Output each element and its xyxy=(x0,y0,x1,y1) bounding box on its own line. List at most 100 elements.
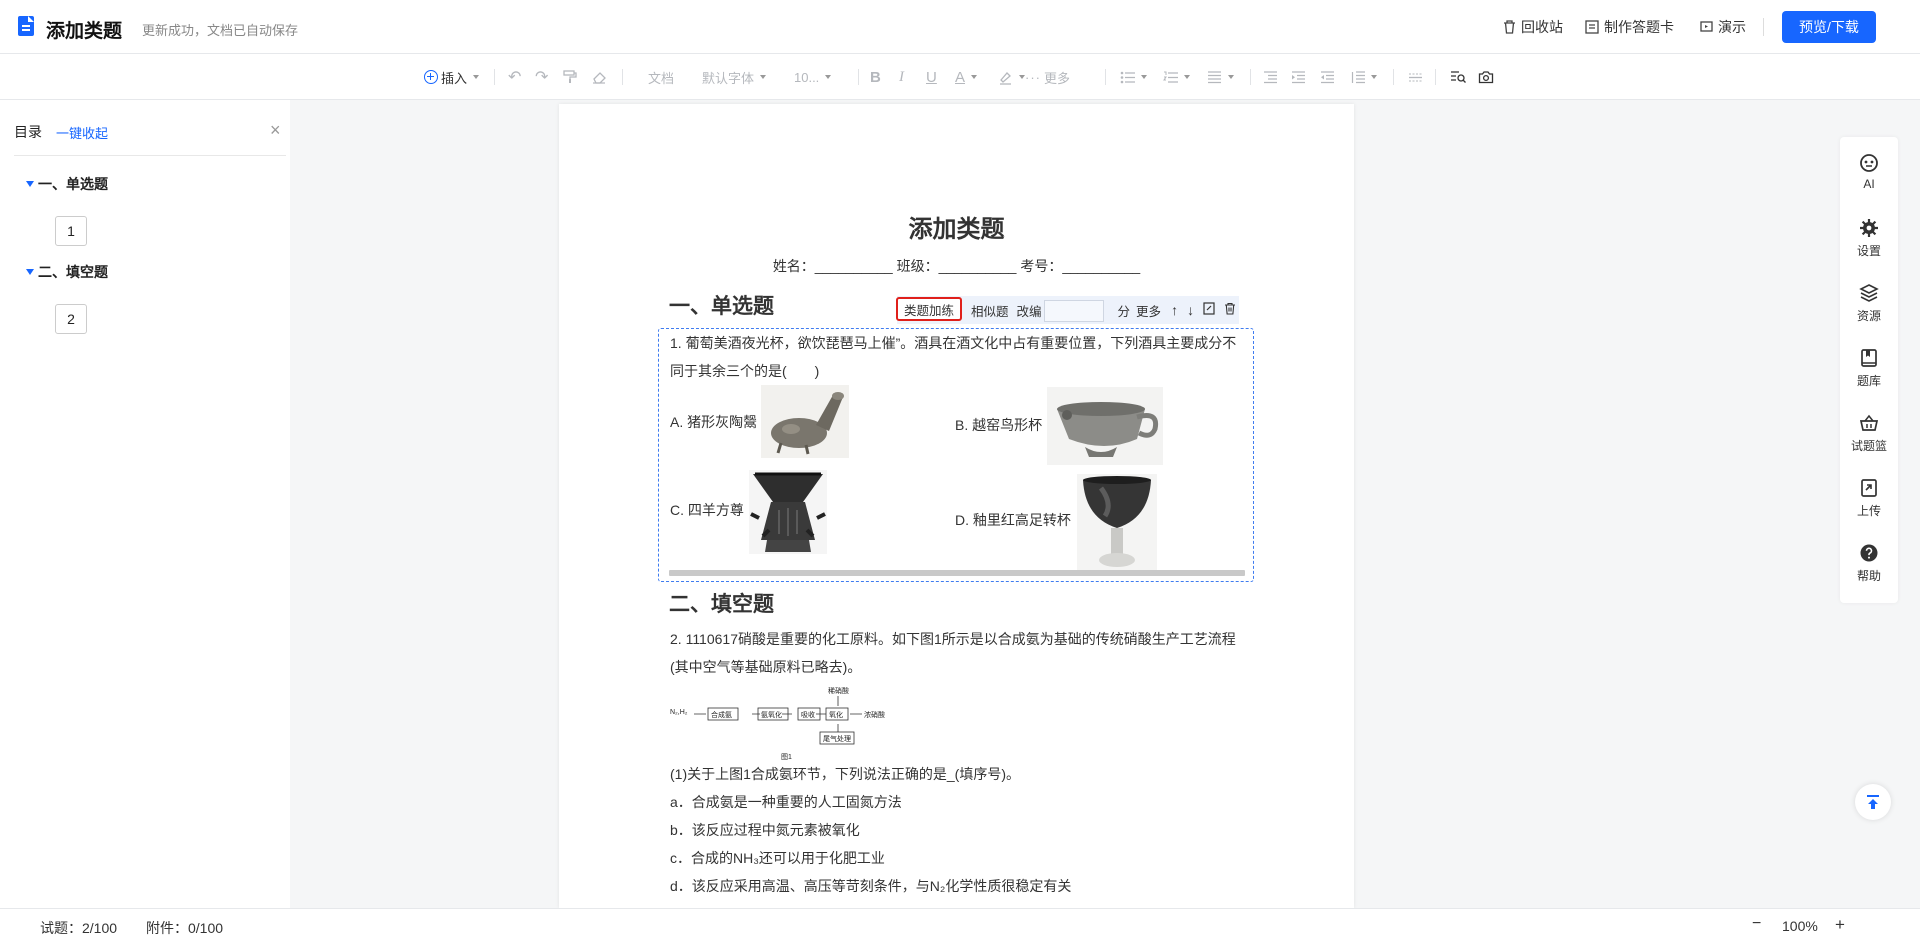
question-count: 试题：2/100 xyxy=(40,920,118,936)
basket-icon xyxy=(1859,413,1879,433)
bold-icon: B xyxy=(870,68,881,86)
font-color-button[interactable]: A xyxy=(955,67,978,87)
similar-question-button[interactable]: 相似题 xyxy=(971,301,1009,320)
question-2-stem-cont: (其中空气等基础原料已略去)。 xyxy=(670,659,862,675)
align-button[interactable] xyxy=(1207,67,1234,87)
page-title[interactable]: 添加类题 xyxy=(559,209,1354,244)
option-b-image xyxy=(1047,387,1163,465)
process-flow-figure: N₂,H₂ 合成氨 氨氧化 吸收 氧化 稀硝酸 浓硝酸 尾气处理 图1 xyxy=(670,686,920,761)
help-button[interactable]: 帮助 xyxy=(1840,543,1898,584)
toolbar-divider xyxy=(1393,69,1394,85)
adapt-button[interactable]: 改编 xyxy=(1017,301,1042,320)
settings-label: 设置 xyxy=(1856,244,1881,258)
upload-button[interactable]: 上传 xyxy=(1840,478,1898,519)
status-bar: 试题：2/100 附件：0/100 − 100% + xyxy=(0,908,1920,942)
indent-decrease-button[interactable] xyxy=(1320,67,1335,87)
screenshot-button[interactable] xyxy=(1478,67,1494,87)
flow-label-top: 稀硝酸 xyxy=(828,688,849,695)
font-size-value: 10... xyxy=(794,69,820,85)
section-heading-fill-blank[interactable]: 二、填空题 xyxy=(669,588,774,618)
answer-card-label: 制作答题卡 xyxy=(1604,19,1674,35)
toc-question-item[interactable]: 1 xyxy=(55,216,87,246)
question-basket-button[interactable]: 试题篮 xyxy=(1840,413,1898,454)
line-spacing-button[interactable] xyxy=(1350,67,1377,87)
preview-download-button[interactable]: 预览/下载 xyxy=(1782,11,1876,43)
toc-section-fill-blank[interactable]: 二、填空题 xyxy=(26,262,108,282)
format-painter-icon xyxy=(563,70,577,83)
toc-section-single-choice[interactable]: 一、单选题 xyxy=(26,174,108,194)
edit-question-icon[interactable] xyxy=(1203,302,1215,318)
question-horizontal-scrollbar[interactable] xyxy=(669,570,1245,576)
option-c: C. 四羊方尊 xyxy=(670,502,744,518)
question-bank-button[interactable]: 题库 xyxy=(1840,348,1898,389)
present-button[interactable]: 演示 xyxy=(1700,17,1746,37)
back-to-top-button[interactable] xyxy=(1855,784,1891,820)
divider-line-button[interactable] xyxy=(1408,67,1423,87)
document-page[interactable]: 添加类题 姓名：__________ 班级：__________ 考号：____… xyxy=(559,104,1354,908)
trash-icon xyxy=(1504,20,1515,34)
chevron-down-icon xyxy=(760,75,767,79)
flow-label-end: 浓硝酸 xyxy=(864,712,885,719)
resources-button[interactable]: 资源 xyxy=(1840,283,1898,324)
bold-button[interactable]: B xyxy=(870,67,881,87)
answer-card-button[interactable]: 制作答题卡 xyxy=(1585,17,1674,37)
font-family-value: 默认字体 xyxy=(702,70,755,86)
format-painter-button[interactable] xyxy=(563,67,577,87)
recycle-bin-button[interactable]: 回收站 xyxy=(1503,17,1563,37)
zoom-level[interactable]: 100% xyxy=(1782,918,1818,934)
score-input[interactable] xyxy=(1044,300,1104,322)
question-2-option-d: d．该反应采用高温、高压等苛刻条件，与N₂化学性质很稳定有关 xyxy=(670,878,1072,894)
option-b: B. 越窑鸟形杯 xyxy=(955,417,1043,433)
toc-question-item[interactable]: 2 xyxy=(55,304,87,334)
doc-style-select[interactable]: 文档 xyxy=(648,67,674,87)
answer-card-icon xyxy=(1585,20,1599,34)
highlight-button[interactable] xyxy=(998,67,1025,87)
horizontal-rule-icon xyxy=(1409,73,1422,81)
toolbar-divider xyxy=(1435,69,1436,85)
redo-button[interactable]: ↷ xyxy=(535,67,548,87)
clear-format-button[interactable] xyxy=(592,67,607,87)
indent-first-line-button[interactable] xyxy=(1263,67,1278,87)
highlighter-icon xyxy=(1000,71,1011,85)
similar-practice-button[interactable]: 类题加练 xyxy=(896,297,962,321)
document-title[interactable]: 添加类题 xyxy=(46,16,122,43)
find-replace-icon xyxy=(1451,71,1466,83)
eraser-icon xyxy=(593,72,606,84)
zoom-out-button[interactable]: − xyxy=(1752,915,1761,933)
indent-increase-button[interactable] xyxy=(1291,67,1306,87)
chevron-down-icon xyxy=(1371,75,1377,79)
font-size-select[interactable]: 10... xyxy=(794,67,832,87)
italic-button[interactable]: I xyxy=(899,67,904,87)
insert-label: 插入 xyxy=(441,70,468,86)
section-heading-single-choice[interactable]: 一、单选题 xyxy=(669,290,774,320)
numbered-list-button[interactable] xyxy=(1163,67,1190,87)
arrow-up-icon[interactable]: ↑ xyxy=(1171,302,1178,318)
collapse-all-link[interactable]: 一键收起 xyxy=(56,123,108,142)
bullet-list-button[interactable] xyxy=(1120,67,1147,87)
more-format-button[interactable]: ··· 更多 xyxy=(1025,67,1070,87)
settings-button[interactable]: 设置 xyxy=(1840,218,1898,259)
question-more-button[interactable]: 更多 xyxy=(1136,301,1161,320)
student-info-line[interactable]: 姓名：__________ 班级：__________ 考号：_________… xyxy=(559,256,1354,276)
flow-label-start: N₂,H₂ xyxy=(670,709,688,716)
question-basket-label: 试题篮 xyxy=(1850,439,1887,453)
toc-divider xyxy=(14,155,286,156)
zoom-in-button[interactable]: + xyxy=(1835,915,1845,935)
close-icon[interactable]: × xyxy=(270,121,281,139)
underline-button[interactable]: U xyxy=(926,67,937,87)
insert-menu[interactable]: 插入 xyxy=(424,67,480,87)
delete-question-icon[interactable] xyxy=(1224,302,1236,318)
flow-label-step1: 合成氨 xyxy=(711,712,732,719)
redo-icon: ↷ xyxy=(535,69,549,86)
option-d: D. 釉里红高足转杯 xyxy=(955,512,1071,528)
question-1-stem: 1. 葡萄美酒夜光杯，欲饮琵琶马上催”。酒具在酒文化中占有重要位置，下列酒具主要… xyxy=(670,335,1237,351)
find-replace-button[interactable] xyxy=(1450,67,1466,87)
help-icon xyxy=(1859,543,1879,563)
arrow-down-icon[interactable]: ↓ xyxy=(1187,302,1194,318)
doc-style-value: 文档 xyxy=(648,70,675,86)
font-family-select[interactable]: 默认字体 xyxy=(702,67,767,87)
undo-button[interactable]: ↶ xyxy=(508,67,521,87)
ai-label: AI xyxy=(1863,177,1875,191)
chevron-down-icon xyxy=(1228,75,1234,79)
ai-button[interactable]: AI xyxy=(1840,153,1898,191)
